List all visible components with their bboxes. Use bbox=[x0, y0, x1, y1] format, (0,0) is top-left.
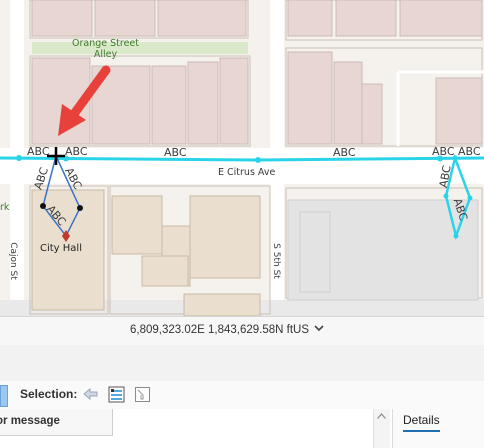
zoom-to-selection-icon[interactable] bbox=[82, 386, 99, 403]
vertical-scrollbar[interactable] bbox=[373, 409, 390, 448]
clear-selection-icon[interactable] bbox=[134, 386, 151, 403]
annotation-label: ABC bbox=[164, 146, 187, 159]
column-header-error-message[interactable]: or message bbox=[0, 409, 113, 436]
annotation-label: ABC bbox=[432, 145, 455, 158]
coordinate-readout: 6,809,323.02E 1,843,629.58N ftUS bbox=[130, 324, 310, 336]
street-label-alley: Orange Street Alley bbox=[72, 38, 139, 60]
coordinate-status-bar: 6,809,323.02E 1,843,629.58N ftUS bbox=[0, 316, 484, 346]
toolbar-grip[interactable] bbox=[0, 385, 8, 407]
scroll-up-icon[interactable] bbox=[377, 411, 386, 421]
street-label-citrus: E Citrus Ave bbox=[218, 167, 276, 178]
selection-label: Selection: bbox=[20, 387, 78, 401]
column-header-label: or message bbox=[0, 415, 60, 427]
tab-details[interactable]: Details bbox=[403, 413, 440, 432]
street-label-cajon: Cajon St bbox=[7, 242, 18, 280]
park-label-fragment: rk bbox=[0, 202, 10, 213]
annotation-label: ABC bbox=[333, 146, 356, 159]
attribute-table-area: or message Details bbox=[0, 409, 484, 448]
place-label-city-hall: City Hall bbox=[40, 243, 82, 254]
annotation-label: ABC bbox=[27, 145, 50, 158]
map-view[interactable]: Orange Street Alley E Citrus Ave Cajon S… bbox=[0, 0, 484, 316]
chevron-down-icon[interactable] bbox=[314, 323, 324, 336]
pane-separator bbox=[0, 345, 484, 382]
annotation-label: ABC bbox=[65, 145, 88, 158]
annotation-label: ABC bbox=[458, 145, 481, 158]
details-pane: Details bbox=[392, 409, 484, 448]
street-label-fifth: S 5th St bbox=[270, 243, 281, 279]
attribute-toolbar: Selection: bbox=[0, 381, 484, 410]
select-all-icon[interactable] bbox=[108, 386, 125, 403]
